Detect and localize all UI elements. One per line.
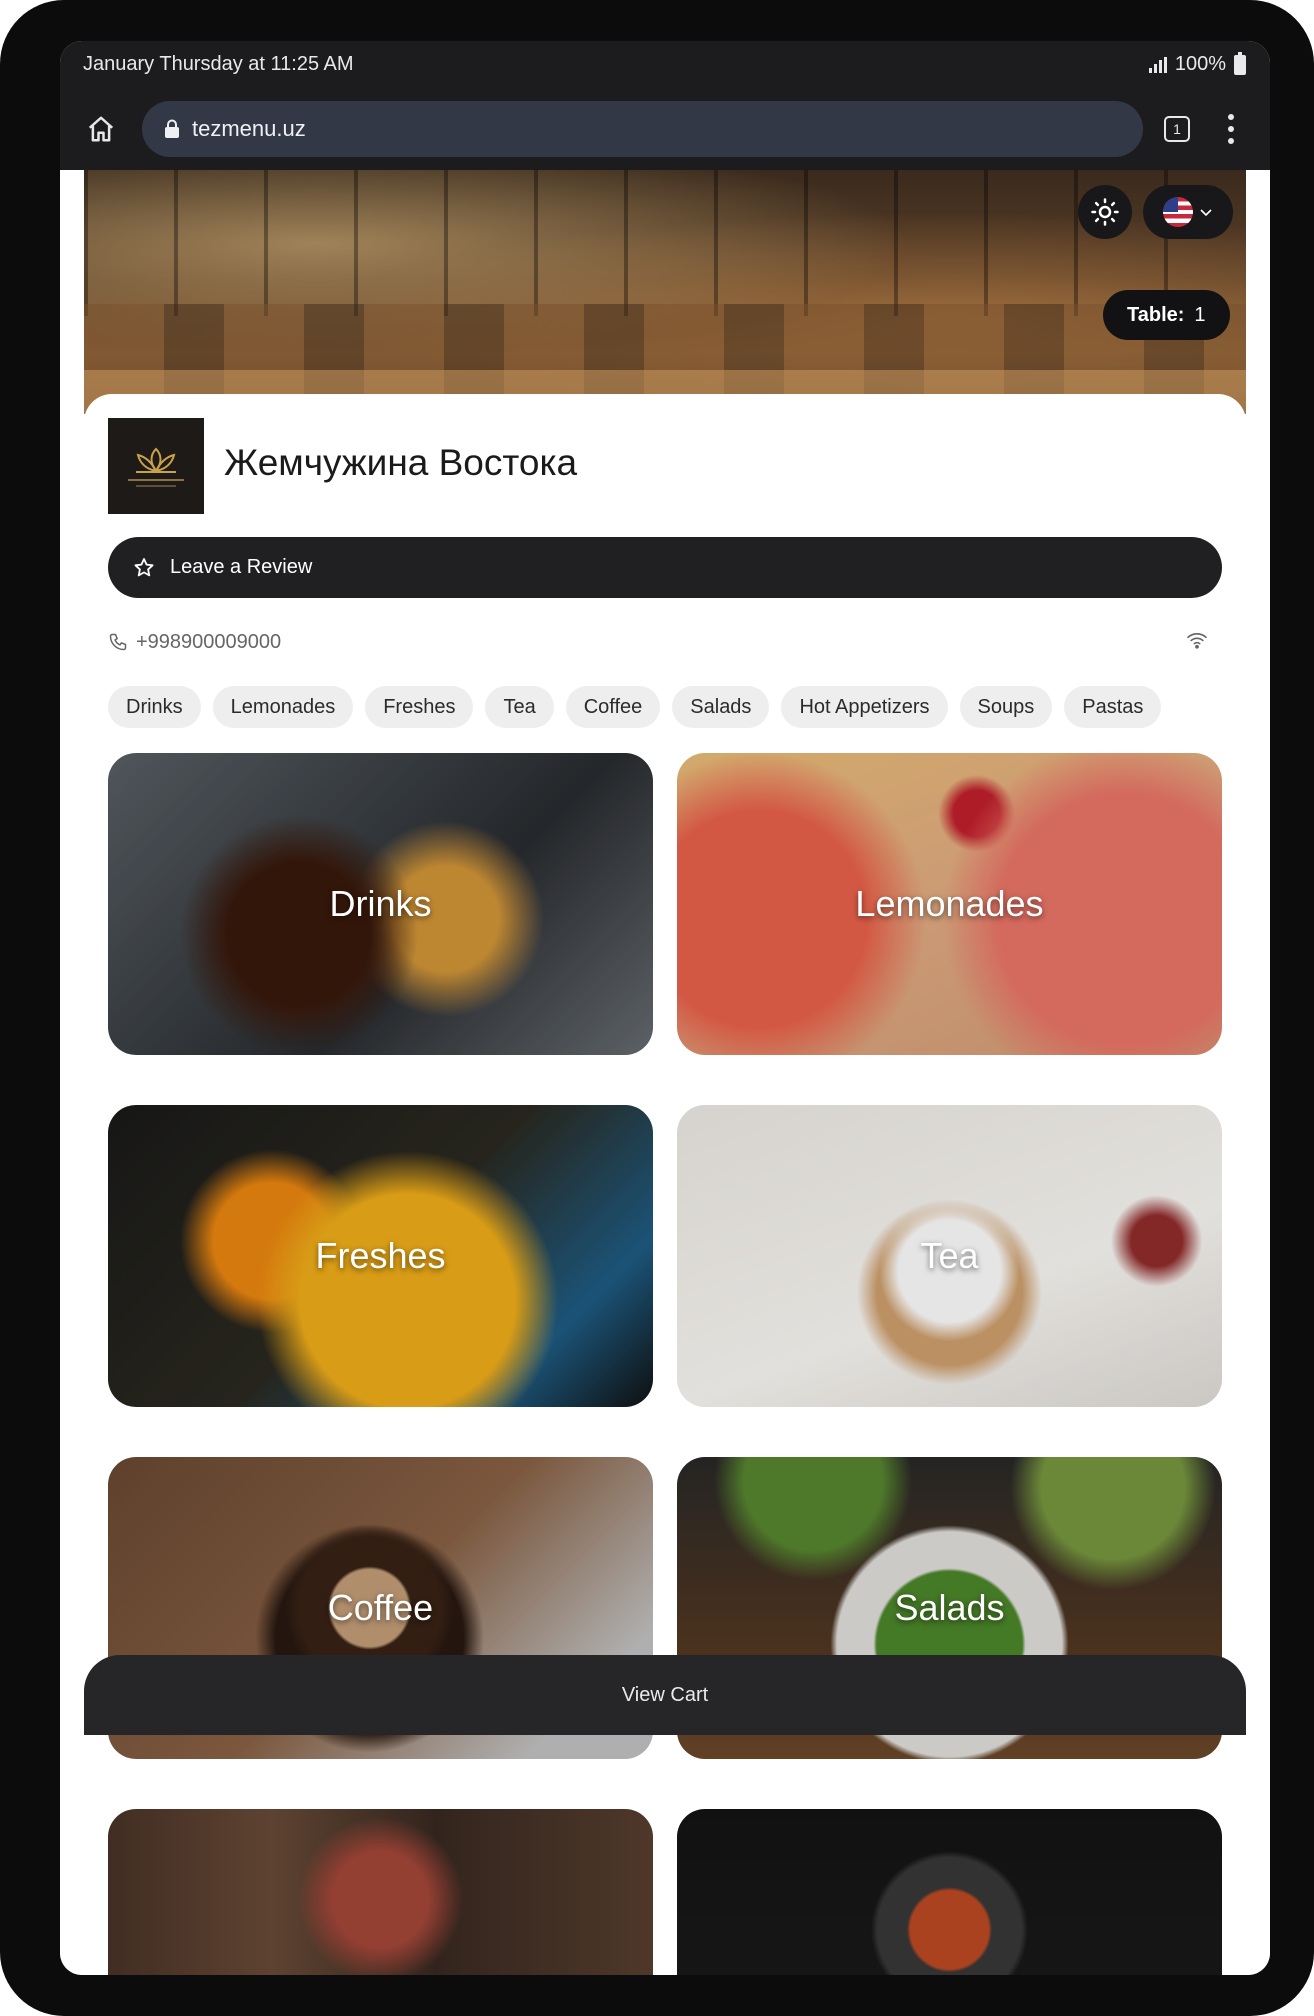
lotus-logo-icon <box>136 447 176 473</box>
leave-review-label: Leave a Review <box>170 556 313 578</box>
battery-percent: 100% <box>1174 53 1226 75</box>
tablet-frame: January Thursday at 11:25 AM 100% tezmen… <box>0 0 1314 2016</box>
status-indicators: 100% <box>1148 51 1246 76</box>
contact-row: +998900009000 <box>108 627 1222 657</box>
home-icon <box>88 116 114 142</box>
wifi-icon <box>1187 632 1207 649</box>
leave-review-button[interactable]: Leave a Review <box>108 537 1222 598</box>
category-tile-tea[interactable]: Tea <box>677 1105 1222 1407</box>
category-chips: Drinks Lemonades Freshes Tea Coffee Sala… <box>108 686 1222 728</box>
category-tile-freshes[interactable]: Freshes <box>108 1105 653 1407</box>
screen: January Thursday at 11:25 AM 100% tezmen… <box>60 41 1270 1975</box>
category-tile-soups[interactable] <box>677 1809 1222 1975</box>
us-flag-icon <box>1163 197 1193 227</box>
category-tile-label: Salads <box>894 1587 1005 1628</box>
view-cart-label: View Cart <box>621 1683 709 1706</box>
browser-toolbar: tezmenu.uz 1 <box>60 88 1270 170</box>
phone-icon <box>109 633 127 651</box>
category-chip[interactable]: Pastas <box>1064 686 1162 728</box>
star-icon <box>134 557 154 576</box>
category-chip[interactable]: Salads <box>672 686 770 728</box>
restaurant-cover-image <box>84 170 1246 414</box>
wifi-button[interactable] <box>1186 631 1208 654</box>
category-chip[interactable]: Coffee <box>565 686 661 728</box>
phone-link[interactable]: +998900009000 <box>108 631 281 654</box>
chevron-down-icon <box>1200 209 1212 217</box>
category-chip[interactable]: Hot Appetizers <box>781 686 948 728</box>
category-tile-drinks[interactable]: Drinks <box>108 753 653 1055</box>
table-label: Table: <box>1127 303 1185 326</box>
category-chip[interactable]: Freshes <box>365 686 474 728</box>
category-grid: Drinks Lemonades Freshes Tea Coffee Sala… <box>108 753 1222 1975</box>
category-chip[interactable]: Drinks <box>108 686 201 728</box>
side-button <box>1306 530 1314 706</box>
battery-icon <box>1234 51 1246 75</box>
url-text: tezmenu.uz <box>192 116 306 141</box>
category-tile-label: Lemonades <box>855 883 1044 924</box>
category-tile-lemonades[interactable]: Lemonades <box>677 753 1222 1055</box>
category-chip[interactable]: Soups <box>959 686 1053 728</box>
table-number: 1 <box>1194 303 1206 326</box>
table-badge: Table: 1 <box>1103 290 1230 340</box>
category-chip[interactable]: Tea <box>485 686 554 728</box>
theme-toggle-button[interactable] <box>1078 185 1132 239</box>
category-tile-label: Tea <box>920 1235 979 1276</box>
status-bar: January Thursday at 11:25 AM 100% <box>60 41 1270 88</box>
phone-number: +998900009000 <box>136 630 282 653</box>
category-tile-label: Coffee <box>327 1587 434 1628</box>
status-datetime: January Thursday at 11:25 AM <box>83 53 354 75</box>
home-button[interactable] <box>60 88 142 170</box>
address-bar[interactable]: tezmenu.uz <box>142 101 1143 157</box>
restaurant-logo <box>108 418 204 514</box>
sun-icon <box>1091 198 1119 226</box>
tab-switcher-button[interactable]: 1 <box>1159 111 1195 147</box>
restaurant-card: Жемчужина Востока Leave a Review +998900… <box>84 394 1246 1975</box>
category-tile-label: Freshes <box>315 1235 446 1276</box>
lock-icon <box>165 119 179 138</box>
signal-icon <box>1148 56 1167 73</box>
category-chip[interactable]: Lemonades <box>212 686 354 728</box>
more-options-icon[interactable] <box>1221 109 1241 149</box>
view-cart-button[interactable]: View Cart <box>84 1655 1246 1735</box>
tabs-icon: 1 <box>1164 116 1190 142</box>
restaurant-name: Жемчужина Востока <box>224 442 578 483</box>
category-tile-hot-appetizers[interactable] <box>108 1809 653 1975</box>
category-tile-label: Drinks <box>329 883 432 924</box>
language-selector[interactable] <box>1143 185 1233 239</box>
page-content: Table: 1 Жемчужина Востока Leave a Revie… <box>60 170 1270 1975</box>
